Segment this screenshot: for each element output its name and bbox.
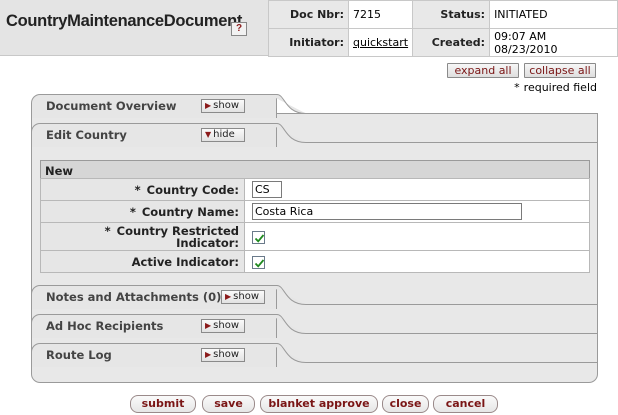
arrow-right-icon: ▶ xyxy=(225,292,232,301)
initiator-label: Initiator: xyxy=(268,28,349,57)
country-name-cell xyxy=(244,200,590,223)
expand-all-button[interactable]: expand all xyxy=(447,63,519,78)
status-label: Status: xyxy=(412,0,491,29)
arrow-right-icon: ▶ xyxy=(205,321,212,330)
arrow-right-icon: ▶ xyxy=(205,350,212,359)
required-asterisk: * xyxy=(129,204,136,219)
tab-curve xyxy=(269,123,307,143)
doc-nbr-value: 7215 xyxy=(347,0,414,29)
help-icon[interactable]: ? xyxy=(231,22,247,36)
country-restricted-label-cell: * Country Restricted Indicator: xyxy=(40,222,245,251)
document-info-table: Doc Nbr: 7215 Status: INITIATED Initiato… xyxy=(268,0,618,57)
country-name-input[interactable] xyxy=(252,203,522,220)
notes-toggle-label: show xyxy=(233,291,260,302)
required-asterisk: * xyxy=(134,182,141,197)
country-code-row: * Country Code: xyxy=(40,178,590,201)
arrow-down-icon: ▼ xyxy=(205,130,212,139)
tab-notes-attachments: Notes and Attachments (0) ▶ show xyxy=(31,285,598,309)
tab-notes-attachments-label: Notes and Attachments (0) xyxy=(46,290,222,304)
required-asterisk: * xyxy=(104,223,111,238)
country-code-cell xyxy=(244,178,590,201)
country-name-label: Country Name: xyxy=(141,204,239,219)
tab-edit-country-label: Edit Country xyxy=(46,128,127,142)
document-title-area: CountryMaintenanceDocument ? xyxy=(0,0,268,56)
checkmark-icon xyxy=(254,233,265,243)
submit-button[interactable]: submit xyxy=(130,395,196,413)
edit-country-section: New *Country Code: *Country Name: *Count… xyxy=(40,160,590,274)
active-indicator-label-cell: Active Indicator: xyxy=(40,250,245,273)
country-code-label: Country Code: xyxy=(146,182,239,197)
active-indicator-label: Active Indicator: xyxy=(131,254,239,269)
tab-adhoc-recipients: Ad Hoc Recipients ▶ show xyxy=(31,314,598,338)
notes-attachments-show-button[interactable]: ▶ show xyxy=(221,290,265,304)
cancel-button[interactable]: cancel xyxy=(433,395,498,413)
document-header: CountryMaintenanceDocument ? Doc Nbr: 72… xyxy=(0,0,618,57)
tab-document-overview: Document Overview ▶ show xyxy=(31,94,598,118)
country-code-label-cell: * Country Code: xyxy=(40,178,245,201)
tab-route-log-label: Route Log xyxy=(46,348,112,362)
tab-curve xyxy=(269,343,307,363)
doc-nbr-label: Doc Nbr: xyxy=(268,0,349,29)
new-section-header: New xyxy=(40,160,590,179)
country-restricted-checkbox[interactable] xyxy=(252,230,265,244)
initiator-link[interactable]: quickstart xyxy=(353,36,408,49)
document-overview-show-button[interactable]: ▶ show xyxy=(201,99,245,113)
required-field-text: required field xyxy=(523,81,597,94)
country-restricted-label-line2: Indicator: xyxy=(176,235,239,250)
country-restricted-cell xyxy=(244,222,590,251)
arrow-right-icon: ▶ xyxy=(205,101,212,110)
country-restricted-row: * Country Restricted Indicator: xyxy=(40,222,590,251)
tab-curve xyxy=(269,94,307,114)
created-value: 09:07 AM 08/23/2010 xyxy=(489,28,618,57)
tab-curve xyxy=(269,314,307,334)
route-log-toggle-label: show xyxy=(213,349,240,360)
adhoc-toggle-label: show xyxy=(213,320,240,331)
active-indicator-checkbox[interactable] xyxy=(252,255,265,269)
edit-country-toggle-label: hide xyxy=(213,129,235,140)
required-field-note: * required field xyxy=(514,81,597,94)
created-label: Created: xyxy=(412,28,491,57)
close-button[interactable]: close xyxy=(382,395,429,413)
initiator-cell: quickstart xyxy=(347,28,414,57)
collapse-all-button[interactable]: collapse all xyxy=(524,63,596,78)
country-name-row: * Country Name: xyxy=(40,200,590,223)
tab-edit-country: Edit Country ▼ hide xyxy=(31,123,598,147)
country-name-label-cell: * Country Name: xyxy=(40,200,245,223)
active-indicator-cell xyxy=(244,250,590,273)
route-log-show-button[interactable]: ▶ show xyxy=(201,348,245,362)
checkmark-icon xyxy=(254,258,265,268)
required-asterisk: * xyxy=(514,81,520,94)
adhoc-recipients-show-button[interactable]: ▶ show xyxy=(201,319,245,333)
status-value: INITIATED xyxy=(489,0,618,29)
edit-country-form: *Country Code: *Country Name: *Country R… xyxy=(40,178,590,273)
tab-curve xyxy=(269,285,307,305)
edit-country-hide-button[interactable]: ▼ hide xyxy=(201,128,245,142)
blanket-approve-button[interactable]: blanket approve xyxy=(260,395,378,413)
save-button[interactable]: save xyxy=(202,395,255,413)
tab-document-overview-label: Document Overview xyxy=(46,99,177,113)
tab-route-log: Route Log ▶ show xyxy=(31,343,598,367)
document-overview-toggle-label: show xyxy=(213,100,240,111)
document-title: CountryMaintenanceDocument xyxy=(6,12,243,30)
country-code-input[interactable] xyxy=(252,181,282,198)
tab-adhoc-recipients-label: Ad Hoc Recipients xyxy=(46,319,164,333)
active-indicator-row: Active Indicator: xyxy=(40,250,590,273)
